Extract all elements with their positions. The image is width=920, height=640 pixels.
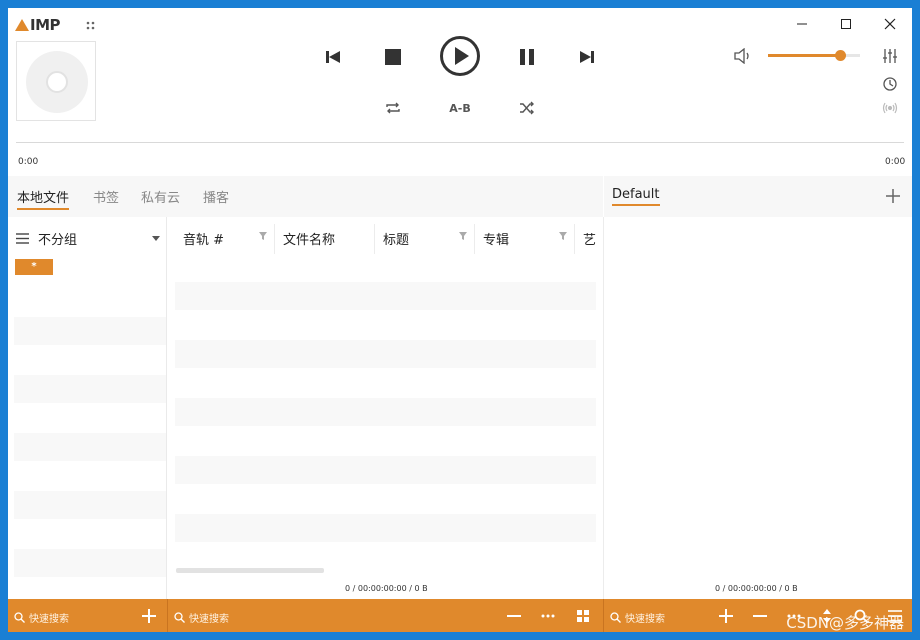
tab-podcasts[interactable]: 播客 (203, 187, 229, 206)
filter-icon (259, 232, 267, 240)
watermark-text: CSDN@多多神器 (786, 614, 904, 632)
column-album[interactable]: 专辑 (483, 229, 509, 248)
minimize-button[interactable] (792, 14, 812, 34)
list-item (14, 549, 166, 577)
volume-thumb[interactable] (835, 50, 847, 61)
remove-files-button[interactable] (752, 608, 768, 624)
volume-fill (768, 54, 841, 57)
menu-icon (16, 233, 29, 244)
search-icon (610, 612, 621, 623)
more-icon (541, 614, 555, 618)
tab-private-cloud[interactable]: 私有云 (141, 187, 180, 206)
seek-bar[interactable] (16, 142, 904, 143)
shuffle-icon (520, 101, 534, 115)
minus-icon (507, 615, 521, 617)
toolbar-separator (603, 599, 604, 632)
tab-local-files[interactable]: 本地文件 (17, 187, 70, 210)
column-separator (274, 224, 275, 254)
previous-button[interactable] (322, 46, 344, 68)
album-cover (16, 41, 96, 121)
aimp-window: IMP A-B 0:00 0:00 本地文件 书签 私有云 播客 Default… (8, 8, 912, 632)
search-icon (174, 612, 185, 623)
volume-slider[interactable] (768, 50, 860, 61)
aimp-logo: IMP (15, 16, 61, 34)
disc-icon (26, 51, 88, 113)
column-track-number[interactable]: 音轨 # (183, 229, 224, 248)
grouping-label: 不分组 (38, 233, 78, 248)
ab-repeat-button[interactable]: A-B (446, 99, 474, 117)
repeat-icon (386, 102, 400, 114)
library-search[interactable]: 快速搜索 (174, 610, 229, 625)
previous-icon (326, 51, 340, 63)
list-item (14, 317, 166, 345)
pause-button[interactable] (516, 46, 538, 68)
table-row (175, 340, 596, 368)
column-file-name[interactable]: 文件名称 (283, 229, 335, 248)
scheduler-button[interactable] (880, 74, 900, 94)
group-all-badge[interactable]: * (15, 259, 53, 275)
view-grid-button[interactable] (575, 608, 591, 624)
list-item (14, 491, 166, 519)
column-separator (574, 224, 575, 254)
search-icon (14, 612, 25, 623)
more-button[interactable] (540, 608, 556, 624)
chevron-down-icon (152, 236, 160, 241)
equalizer-icon (883, 49, 897, 63)
playlist-search[interactable]: 快速搜索 (610, 610, 665, 625)
filter-icon (559, 232, 567, 240)
pause-icon (520, 49, 534, 65)
list-item (14, 375, 166, 403)
add-playlist-button[interactable] (884, 187, 902, 205)
table-row (175, 398, 596, 426)
toolbar-separator (167, 599, 168, 632)
equalizer-button[interactable] (880, 46, 900, 66)
tab-playlist-default[interactable]: Default (612, 187, 660, 206)
play-icon (440, 36, 480, 76)
total-time: 0:00 (885, 157, 906, 167)
add-folder-button[interactable] (141, 608, 157, 624)
list-item (14, 433, 166, 461)
elapsed-time: 0:00 (18, 157, 39, 167)
repeat-button[interactable] (383, 99, 403, 117)
table-row (175, 456, 596, 484)
library-stats: 0 / 00:00:00:00 / 0 B (345, 584, 428, 593)
column-artist[interactable]: 艺 (583, 229, 603, 248)
close-button[interactable] (880, 14, 900, 34)
horizontal-scrollbar[interactable] (176, 568, 324, 573)
column-title[interactable]: 标题 (383, 229, 409, 248)
plus-icon (719, 609, 733, 623)
menu-grip-icon[interactable] (86, 21, 96, 31)
broadcast-icon (882, 102, 898, 114)
stop-icon (385, 49, 401, 65)
volume-button[interactable] (732, 46, 754, 66)
grid-icon (577, 610, 589, 622)
plus-icon (886, 189, 900, 203)
library-search-placeholder: 快速搜索 (189, 614, 229, 625)
radio-button[interactable] (880, 99, 900, 117)
minus-icon (753, 615, 767, 617)
play-button[interactable] (438, 34, 482, 78)
next-icon (580, 51, 594, 63)
tab-bookmarks[interactable]: 书签 (93, 187, 119, 206)
grouping-dropdown[interactable]: 不分组 (16, 229, 160, 248)
playlist-stats: 0 / 00:00:00:00 / 0 B (715, 584, 798, 593)
playlist-search-placeholder: 快速搜索 (625, 614, 665, 625)
column-separator (374, 224, 375, 254)
shuffle-button[interactable] (517, 99, 537, 117)
next-button[interactable] (576, 46, 598, 68)
plus-icon (142, 609, 156, 623)
groups-search[interactable]: 快速搜索 (14, 610, 69, 625)
remove-button[interactable] (506, 608, 522, 624)
stop-button[interactable] (382, 46, 404, 68)
panel-divider[interactable] (603, 217, 604, 599)
add-files-button[interactable] (718, 608, 734, 624)
groups-search-placeholder: 快速搜索 (29, 614, 69, 625)
speaker-icon (734, 48, 749, 64)
column-separator (474, 224, 475, 254)
table-row (175, 514, 596, 542)
filter-icon (459, 232, 467, 240)
clock-icon (883, 77, 897, 91)
table-row (175, 282, 596, 310)
maximize-button[interactable] (836, 14, 856, 34)
